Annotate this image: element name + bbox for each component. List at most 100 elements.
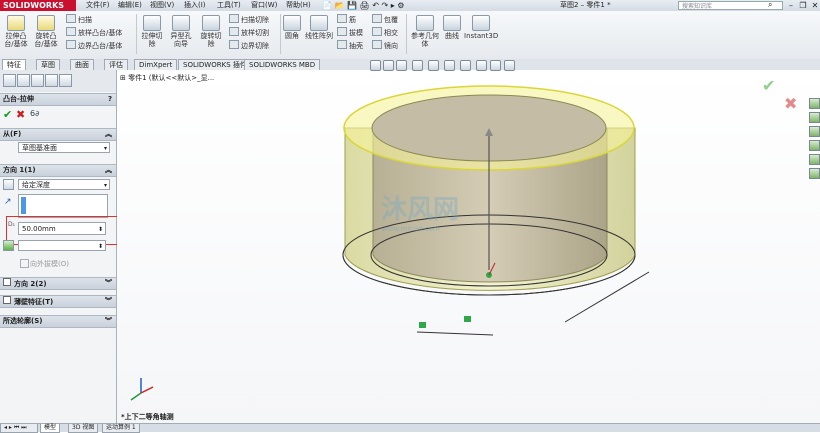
close-icon[interactable]: ✕ [810, 0, 820, 11]
direction2-checkbox[interactable] [3, 278, 11, 286]
instant3d-button[interactable]: Instant3D [464, 15, 498, 40]
wrap-button[interactable]: 包覆 [372, 14, 398, 25]
property-manager-icon[interactable] [17, 74, 30, 87]
direction-vector-icon: ↗ [4, 197, 12, 207]
ok-check-icon[interactable]: ✔ [3, 108, 12, 121]
boundary-icon [66, 40, 76, 49]
menu-view[interactable]: 视图(V) [150, 0, 174, 11]
zoom-to-fit-icon[interactable] [370, 60, 381, 71]
panel-toolbar [0, 70, 116, 92]
restore-icon[interactable]: ❐ [798, 0, 808, 11]
extruded-boss-button[interactable]: 拉伸凸台/基体 [2, 15, 30, 48]
boundary-boss-button[interactable]: 边界凸台/基体 [66, 40, 122, 51]
search-icon[interactable]: ⌕ [768, 0, 772, 10]
display-manager-icon[interactable] [59, 74, 72, 87]
appearances-icon[interactable] [809, 154, 820, 165]
view-orientation-icon[interactable] [428, 60, 439, 71]
revolved-cut-button[interactable]: 旋转切除 [198, 15, 224, 48]
file-explorer-icon[interactable] [809, 126, 820, 137]
direction1-section-header[interactable]: 方向 1(1) ︽ [0, 164, 116, 177]
command-manager-ribbon: 拉伸凸台/基体 旋转凸台/基体 扫描 放样凸台/基体 边界凸台/基体 拉伸切除 … [0, 11, 820, 60]
triad-z-axis [130, 392, 142, 401]
design-library-icon[interactable] [809, 112, 820, 123]
nav-arrows-icon[interactable]: ◂ ▸ ⏮ ⏭ [0, 424, 38, 433]
swept-cut-button[interactable]: 扫描切除 [229, 14, 269, 25]
tab-mbd[interactable]: SOLIDWORKS MBD [244, 59, 321, 70]
expand-chevron-icon: ︾ [105, 279, 112, 287]
direction-selection-box[interactable] [18, 194, 108, 218]
sweep-button[interactable]: 扫描 [66, 14, 92, 25]
direction2-section-header[interactable]: 方向 2(2) ︾ [0, 277, 116, 290]
sweep-icon [66, 14, 76, 23]
tab-dimxpert[interactable]: DimXpert [134, 59, 178, 70]
graphics-viewport[interactable]: ⊞ 零件1 (默认<<默认>_显... ✔ ✖ 沐风网 www.mfcad.co… [117, 70, 820, 425]
view-palette-icon[interactable] [809, 140, 820, 151]
display-style-icon[interactable] [444, 60, 455, 71]
end-condition-dropdown[interactable]: 给定深度 ▾ [18, 179, 110, 190]
previous-view-icon[interactable] [396, 60, 407, 71]
hole-wizard-icon [172, 15, 190, 31]
custom-properties-icon[interactable] [809, 168, 820, 179]
shell-button[interactable]: 抽壳 [337, 40, 363, 51]
menu-file[interactable]: 文件(F) [86, 0, 110, 11]
mirror-button[interactable]: 镜向 [372, 40, 398, 51]
fillet-button[interactable]: 圆角 [282, 15, 302, 40]
draft-on-off-icon[interactable] [3, 240, 14, 251]
draft-button[interactable]: 拔模 [337, 27, 363, 38]
tab-features[interactable]: 特征 [2, 59, 26, 70]
resources-icon[interactable] [809, 98, 820, 109]
depth-input[interactable]: 50.00mm ⬍ [18, 222, 106, 235]
help-icon[interactable]: ? [108, 94, 112, 105]
reverse-direction-icon[interactable] [3, 179, 14, 190]
reference-geometry-button[interactable]: 参考几何体 [409, 15, 441, 48]
rib-button[interactable]: 筋 [337, 14, 356, 25]
tab-motion-study[interactable]: 运动算例 1 [102, 424, 140, 433]
tab-model[interactable]: 模型 [40, 424, 61, 433]
draft-icon [337, 27, 347, 36]
extruded-cut-button[interactable]: 拉伸切除 [140, 15, 164, 48]
draft-angle-input[interactable]: ⬍ [18, 240, 106, 251]
thin-feature-section-header[interactable]: 薄壁特征(T) ︾ [0, 295, 116, 308]
menu-edit[interactable]: 编辑(E) [118, 0, 142, 11]
zoom-area-icon[interactable] [383, 60, 394, 71]
cancel-x-icon[interactable]: ✖ [16, 108, 25, 121]
tab-addins[interactable]: SOLIDWORKS 插件 [178, 59, 252, 70]
document-title: 草图2 – 零件1 * [560, 1, 611, 9]
menu-insert[interactable]: 插入(I) [184, 0, 206, 11]
menu-help[interactable]: 帮助(H) [286, 0, 311, 11]
draft-outward-checkbox[interactable] [20, 259, 29, 268]
tab-surfaces[interactable]: 曲面 [70, 59, 94, 70]
menu-tools[interactable]: 工具(T) [217, 0, 241, 11]
selected-contours-section-header[interactable]: 所选轮廓(S) ︾ [0, 315, 116, 328]
loft-button[interactable]: 放样凸台/基体 [66, 27, 122, 38]
linear-pattern-button[interactable]: 线性阵列 [304, 15, 334, 40]
quick-access-icons[interactable]: 📄 📂 💾 🖨 ↶ ↷ ▸ ⚙ [322, 1, 404, 10]
solidworks-logo[interactable]: SOLIDWORKS [0, 0, 76, 11]
revolve-icon [37, 15, 55, 31]
edit-appearance-icon[interactable] [476, 60, 487, 71]
config-manager-icon[interactable] [31, 74, 44, 87]
depth-icon: D₁ [8, 221, 16, 228]
revolved-boss-button[interactable]: 旋转凸台/基体 [32, 15, 60, 48]
dimxpert-manager-icon[interactable] [45, 74, 58, 87]
thin-feature-checkbox[interactable] [3, 296, 11, 304]
feature-tree-icon[interactable] [3, 74, 16, 87]
from-section-header[interactable]: 从(F) ︽ [0, 128, 116, 141]
boundary-cut-button[interactable]: 边界切除 [229, 40, 269, 51]
minimize-icon[interactable]: – [786, 0, 796, 11]
tab-evaluate[interactable]: 评估 [104, 59, 128, 70]
scene-icon[interactable] [490, 60, 501, 71]
tab-sketch[interactable]: 草图 [36, 59, 60, 70]
intersect-button[interactable]: 相交 [372, 27, 398, 38]
hide-show-icon[interactable] [460, 60, 471, 71]
relation-glyph-icon [464, 316, 471, 322]
view-settings-icon[interactable] [504, 60, 515, 71]
lofted-cut-button[interactable]: 放样切割 [229, 27, 269, 38]
menu-window[interactable]: 窗口(W) [251, 0, 277, 11]
section-view-icon[interactable] [412, 60, 423, 71]
from-dropdown[interactable]: 草图基准面 ▾ [18, 142, 110, 153]
preview-glasses-icon[interactable]: 6∂ [30, 109, 39, 118]
tab-3d-views[interactable]: 3D 视图 [68, 424, 99, 433]
hole-wizard-button[interactable]: 异型孔向导 [168, 15, 194, 48]
curves-button[interactable]: 曲线 [442, 15, 462, 40]
